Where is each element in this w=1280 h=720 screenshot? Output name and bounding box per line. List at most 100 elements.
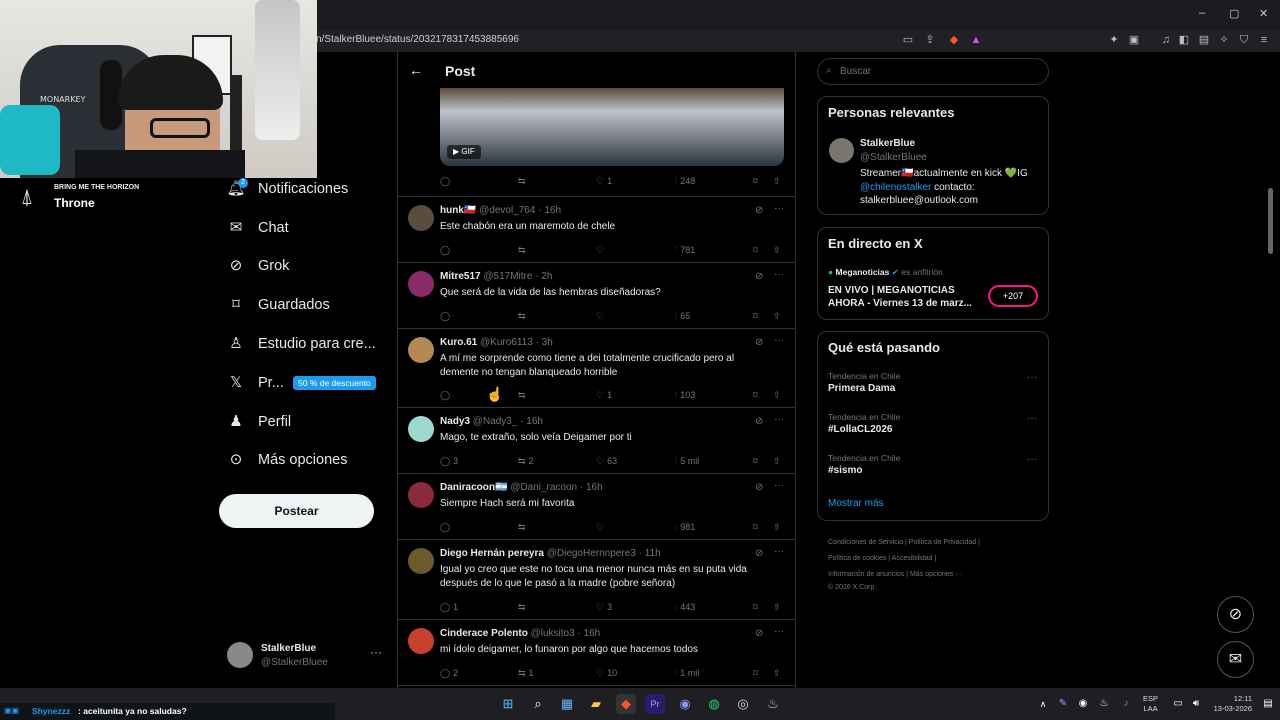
reply-author-handle[interactable]: @517Mitre — [483, 271, 532, 282]
reply-avatar[interactable] — [408, 271, 434, 297]
media-icon[interactable]: ♫ — [1158, 33, 1174, 47]
post-button[interactable]: Postear — [219, 494, 374, 528]
share-icon[interactable]: ⇧ — [773, 311, 781, 323]
reply-row[interactable]: Diego Hernán pereyra @DiegoHernnpere3 · … — [398, 540, 795, 620]
reply-avatar[interactable] — [408, 628, 434, 654]
tray-discord-icon[interactable]: ◉ — [1073, 694, 1093, 714]
bookmark-icon[interactable]: ⌑ — [753, 522, 758, 534]
retweet-button[interactable]: ⇆ — [518, 602, 529, 614]
post-media-gif[interactable] — [440, 88, 784, 166]
premium-promo-badge[interactable]: 50 % de descuento — [293, 376, 376, 390]
reply-row[interactable]: Kuro.61 @Kuro6113 · 3h ⊘ ··· A mí me sorpre… — [398, 329, 795, 408]
retweet-button[interactable]: ⇆ — [518, 522, 529, 534]
discord-icon[interactable]: ◉ — [675, 694, 695, 714]
extensions-icon[interactable]: ✦ — [1106, 33, 1122, 47]
bookmark-icon[interactable]: ⌑ — [753, 456, 758, 468]
grok-icon[interactable]: ⊘ — [755, 416, 763, 427]
reply-button[interactable]: ◯ — [440, 245, 453, 257]
tray-app-icon[interactable]: ✎ — [1053, 694, 1073, 714]
retweet-icon[interactable]: ⇆ — [518, 176, 526, 188]
reply-row[interactable]: Daniracoon🇦🇷 @Dani_racoon · 16h ⊘ ··· Siemp… — [398, 474, 795, 540]
share-icon[interactable]: ⇪ — [922, 33, 938, 47]
clock[interactable]: 12:11 13-03-2026 — [1206, 694, 1252, 714]
bookmark-icon[interactable]: ⌑ — [753, 311, 758, 323]
trend-name[interactable]: #LollaCL2026 — [828, 424, 892, 435]
more-icon[interactable]: ··· — [774, 335, 784, 346]
reply-row[interactable]: Nady3 @Nady3_ · 16h ⊘ ··· Mago, te extraño,… — [398, 408, 795, 474]
reply-row[interactable]: hunk🇨🇱 @devol_764 · 16h ⊘ ··· Este chabón e… — [398, 197, 795, 263]
views-button[interactable]: ⫶ 5 mil — [675, 456, 699, 468]
close-window-button[interactable]: ✕ — [1259, 7, 1268, 20]
reply-row[interactable]: Cinderace Polento @luksito3 · 16h ⊘ ··· mi … — [398, 620, 795, 686]
bookmark-icon[interactable]: ⌑ — [753, 176, 758, 188]
relevant-name[interactable]: StalkerBlue — [860, 138, 915, 149]
reply-button[interactable]: ◯ 2 — [440, 668, 458, 680]
more-icon[interactable]: ··· — [774, 626, 784, 637]
reply-author-name[interactable]: Mitre517 — [440, 271, 481, 282]
like-button[interactable]: ♡ — [596, 245, 607, 257]
share-icon[interactable]: ⇧ — [773, 668, 781, 680]
reply-time[interactable]: · 16h — [580, 482, 603, 493]
reply-author-handle[interactable]: @devol_764 — [479, 205, 535, 216]
reply-time[interactable]: · 3h — [536, 337, 553, 348]
relevant-avatar[interactable] — [829, 138, 854, 163]
more-icon[interactable]: ··· — [774, 269, 784, 280]
reply-avatar[interactable] — [408, 548, 434, 574]
trend-more-icon[interactable]: ··· — [1027, 454, 1037, 465]
nav-premium[interactable]: 𝕏 Pr... — [226, 368, 284, 398]
grok-fab-button[interactable]: ⊘ — [1217, 596, 1254, 633]
reply-author-handle[interactable]: @Kuro6113 — [480, 337, 533, 348]
account-handle[interactable]: @StalkerBluee — [261, 657, 328, 668]
account-name[interactable]: StalkerBlue — [261, 643, 316, 654]
like-button[interactable]: ♡ 3 — [596, 602, 612, 614]
more-icon[interactable]: ··· — [774, 546, 784, 557]
footer-line[interactable]: Política de cookies | Accesibilidad | — [828, 551, 1038, 567]
like-button[interactable]: ♡ — [596, 522, 607, 534]
volume-icon[interactable]: 🔊︎ — [1186, 694, 1206, 714]
account-more-icon[interactable]: ··· — [370, 645, 382, 659]
live-listeners-badge[interactable]: +207 — [988, 285, 1038, 307]
views-button[interactable]: ⫶ 65 — [675, 311, 690, 323]
more-icon[interactable]: ··· — [774, 203, 784, 214]
premiere-icon[interactable]: Pr — [645, 694, 665, 714]
menu-icon[interactable]: ≡ — [1256, 33, 1272, 47]
share-icon[interactable]: ⇧ — [773, 245, 781, 257]
views-button[interactable]: ⫶ 781 — [675, 245, 695, 257]
tray-mic-icon[interactable]: ♪ — [1116, 694, 1136, 714]
reply-author-handle[interactable]: @Dani_racoon — [510, 482, 577, 493]
bookmark-icon[interactable]: ⌑ — [753, 245, 758, 257]
reply-time[interactable]: · 16h — [577, 628, 600, 639]
reply-avatar[interactable] — [408, 337, 434, 363]
search-input[interactable]: Buscar — [817, 58, 1049, 85]
relevant-handle[interactable]: @StalkerBluee — [860, 152, 927, 163]
notifications-tray-icon[interactable]: ▤ — [1258, 694, 1278, 714]
network-icon[interactable]: ▭ — [1168, 694, 1188, 714]
bio-link[interactable]: @chilenostalker — [860, 182, 931, 193]
nav-more[interactable]: ⊙ Más opciones — [226, 445, 348, 475]
reply-author-name[interactable]: Kuro.61 — [440, 337, 477, 348]
views-button[interactable]: ⫶ 103 — [675, 390, 695, 402]
obs-icon[interactable]: ◎ — [733, 694, 753, 714]
file-explorer-icon[interactable]: ▰ — [586, 694, 606, 714]
retweet-button[interactable]: ⇆ 1 — [518, 668, 534, 680]
vpn-icon[interactable]: ⛉ — [1236, 33, 1252, 47]
tray-chevron-icon[interactable]: ∧ — [1033, 694, 1053, 714]
views-button[interactable]: ⫶ 443 — [675, 602, 695, 614]
steam-icon[interactable]: ♨ — [763, 694, 783, 714]
grok-icon[interactable]: ⊘ — [755, 205, 763, 216]
trend-more-icon[interactable]: ··· — [1027, 372, 1037, 383]
live-stream-title[interactable]: EN VIVO | MEGANOTICIAS AHORA - Viernes 1… — [828, 284, 978, 310]
tray-steam-icon[interactable]: ♨ — [1094, 694, 1114, 714]
reply-avatar[interactable] — [408, 416, 434, 442]
url-text[interactable]: n/StalkerBluee/status/203217831745388569… — [316, 34, 519, 45]
retweet-button[interactable]: ⇆ — [518, 390, 529, 402]
nav-chat[interactable]: ✉ Chat — [226, 213, 289, 243]
reply-row[interactable]: Mitre517 @517Mitre · 2h ⊘ ··· Que será de l… — [398, 263, 795, 329]
like-button[interactable]: ♡ 63 — [596, 456, 617, 468]
views-button[interactable]: ⫶ 248 — [675, 176, 695, 188]
scrollbar[interactable] — [1268, 188, 1273, 254]
reply-time[interactable]: · 2h — [535, 271, 552, 282]
footer-line[interactable]: Condiciones de Servicio | Política de Pr… — [828, 535, 1038, 551]
widgets-icon[interactable]: ▦ — [557, 694, 577, 714]
grok-icon[interactable]: ⊘ — [755, 548, 763, 559]
